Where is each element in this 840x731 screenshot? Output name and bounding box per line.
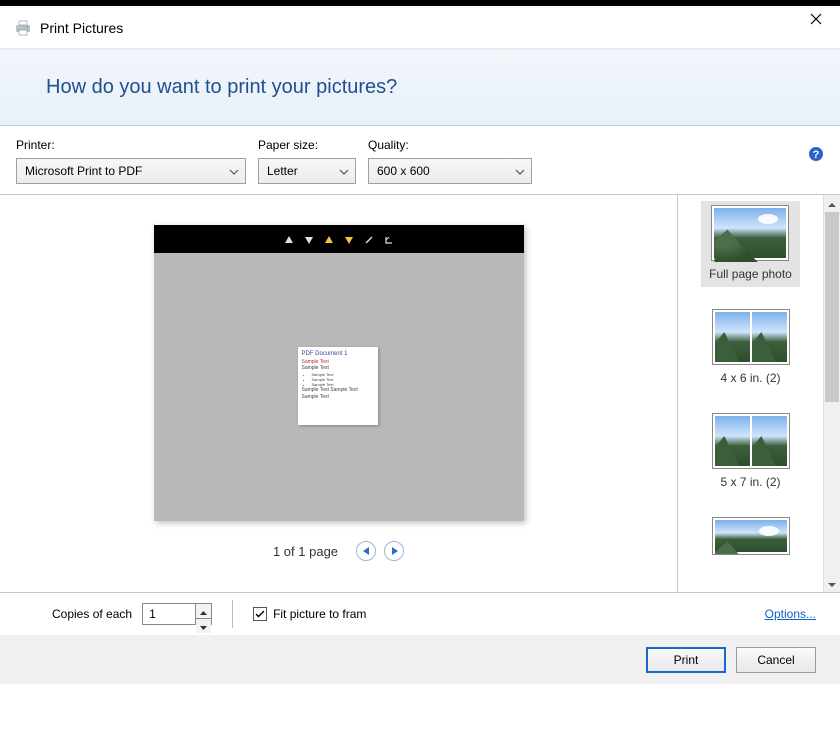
paper-label: Paper size: bbox=[258, 138, 356, 152]
quality-column: Quality: 600 x 600 bbox=[368, 138, 532, 184]
chevron-down-icon bbox=[515, 164, 525, 178]
pager: 1 of 1 page bbox=[273, 541, 404, 561]
fit-picture-label: Fit picture to fram bbox=[273, 607, 366, 621]
chevron-up-icon bbox=[828, 197, 836, 211]
print-button-label: Print bbox=[674, 653, 699, 667]
svg-text:?: ? bbox=[813, 149, 820, 161]
chevron-down-icon bbox=[828, 577, 836, 591]
layout-label: Full page photo bbox=[709, 267, 792, 281]
printer-value: Microsoft Print to PDF bbox=[25, 164, 142, 178]
scroll-track[interactable] bbox=[824, 212, 840, 575]
layout-list: Full page photo 4 x 6 in. (2) 5 x 7 in. … bbox=[678, 195, 823, 592]
layout-item-partial[interactable] bbox=[704, 513, 798, 555]
help-button[interactable]: ? bbox=[808, 146, 824, 162]
layout-scrollbar[interactable] bbox=[823, 195, 840, 592]
spin-buttons bbox=[195, 604, 211, 624]
printer-column: Printer: Microsoft Print to PDF bbox=[16, 138, 246, 184]
tool-icon bbox=[384, 234, 394, 244]
chevron-down-icon bbox=[229, 164, 239, 178]
triangle-left-icon bbox=[363, 544, 370, 558]
layout-item-4x6[interactable]: 4 x 6 in. (2) bbox=[704, 305, 798, 391]
title-bar: Print Pictures bbox=[0, 6, 840, 48]
preview-canvas: PDF Document 1 Sample Text Sample Text S… bbox=[154, 225, 524, 521]
layout-thumb bbox=[712, 413, 790, 469]
triangle-down-icon bbox=[200, 619, 207, 633]
paper-column: Paper size: Letter bbox=[258, 138, 356, 184]
scroll-thumb[interactable] bbox=[825, 212, 839, 402]
triangle-right-icon bbox=[391, 544, 398, 558]
layout-thumb bbox=[712, 309, 790, 365]
printer-select[interactable]: Microsoft Print to PDF bbox=[16, 158, 246, 184]
main-row: PDF Document 1 Sample Text Sample Text S… bbox=[0, 195, 840, 593]
print-button[interactable]: Print bbox=[646, 647, 726, 673]
tool-icon bbox=[344, 234, 354, 244]
options-row: Copies of each Fit picture to fram Optio… bbox=[0, 593, 840, 635]
layout-thumb bbox=[711, 205, 789, 261]
layout-label: 4 x 6 in. (2) bbox=[720, 371, 780, 385]
triangle-up-icon bbox=[200, 604, 207, 618]
scroll-down-button[interactable] bbox=[824, 575, 840, 592]
tool-icon bbox=[304, 234, 314, 244]
printer-label: Printer: bbox=[16, 138, 246, 152]
doc-title: PDF Document 1 bbox=[302, 351, 374, 359]
quality-label: Quality: bbox=[368, 138, 532, 152]
tool-icon bbox=[324, 234, 334, 244]
copies-label: Copies of each bbox=[52, 607, 132, 621]
spin-up-button[interactable] bbox=[196, 604, 211, 619]
page-heading: How do you want to print your pictures? bbox=[46, 76, 812, 99]
tool-icon bbox=[284, 234, 294, 244]
selectors-row: Printer: Microsoft Print to PDF Paper si… bbox=[0, 126, 840, 195]
banner: How do you want to print your pictures? bbox=[0, 48, 840, 126]
paper-select[interactable]: Letter bbox=[258, 158, 356, 184]
fit-picture-checkbox[interactable]: Fit picture to fram bbox=[253, 607, 366, 621]
chevron-down-icon bbox=[339, 164, 349, 178]
divider bbox=[232, 600, 233, 628]
scroll-up-button[interactable] bbox=[824, 195, 840, 212]
help-icon: ? bbox=[808, 151, 824, 165]
footer: Print Cancel bbox=[0, 635, 840, 684]
close-button[interactable] bbox=[806, 10, 826, 30]
pager-text: 1 of 1 page bbox=[273, 544, 338, 559]
doc-foot: Sample Text Sample Text Sample Text bbox=[302, 387, 374, 400]
quality-select[interactable]: 600 x 600 bbox=[368, 158, 532, 184]
cancel-button-label: Cancel bbox=[757, 653, 794, 667]
tool-icon bbox=[364, 234, 374, 244]
layout-item-5x7[interactable]: 5 x 7 in. (2) bbox=[704, 409, 798, 495]
copies-input[interactable] bbox=[143, 604, 195, 624]
paper-value: Letter bbox=[267, 164, 298, 178]
cancel-button[interactable]: Cancel bbox=[736, 647, 816, 673]
check-icon bbox=[255, 607, 265, 621]
next-page-button[interactable] bbox=[384, 541, 404, 561]
printer-icon bbox=[14, 20, 32, 36]
layout-thumb bbox=[712, 517, 790, 555]
options-link[interactable]: Options... bbox=[765, 607, 816, 621]
layout-panel: Full page photo 4 x 6 in. (2) 5 x 7 in. … bbox=[678, 195, 840, 592]
window-title: Print Pictures bbox=[40, 20, 123, 36]
copies-spinbox bbox=[142, 603, 212, 625]
spin-down-button[interactable] bbox=[196, 619, 211, 633]
doc-bullets: Sample Text Sample Text Sample Text bbox=[312, 372, 374, 388]
preview-pane: PDF Document 1 Sample Text Sample Text S… bbox=[0, 195, 678, 592]
checkbox-box bbox=[253, 607, 267, 621]
quality-value: 600 x 600 bbox=[377, 164, 430, 178]
preview-document: PDF Document 1 Sample Text Sample Text S… bbox=[298, 347, 378, 425]
layout-item-full-page[interactable]: Full page photo bbox=[701, 201, 800, 287]
prev-page-button[interactable] bbox=[356, 541, 376, 561]
preview-toolbar bbox=[154, 225, 524, 253]
close-icon bbox=[810, 13, 822, 28]
layout-label: 5 x 7 in. (2) bbox=[720, 475, 780, 489]
options-left: Copies of each Fit picture to fram bbox=[52, 600, 366, 628]
